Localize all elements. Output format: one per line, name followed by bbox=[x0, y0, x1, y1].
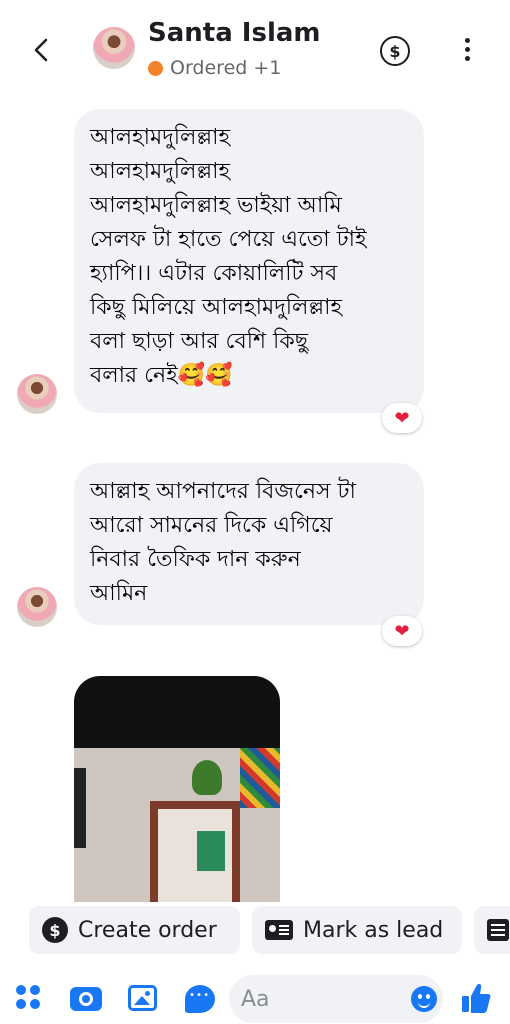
photo-book bbox=[197, 831, 225, 871]
order-status[interactable]: Ordered +1 bbox=[148, 57, 281, 79]
message-bubble[interactable]: আল্লাহ আপনাদের বিজনেস টা আরো সামনের দিকে… bbox=[74, 463, 424, 625]
conversation-header: Santa Islam Ordered +1 $ bbox=[0, 0, 510, 100]
message-line: হ্যাপি।। এটার কোয়ালিটি সব bbox=[90, 261, 338, 286]
dollar-icon[interactable]: $ bbox=[380, 36, 410, 66]
photo-message[interactable] bbox=[74, 676, 280, 906]
contact-name[interactable]: Santa Islam bbox=[148, 18, 321, 48]
message-line: বলা ছাড়া আর বেশি কিছু bbox=[90, 329, 309, 354]
more-vertical-icon[interactable] bbox=[459, 38, 475, 62]
message-line: নিবার তৈফিক দান করুন bbox=[90, 547, 301, 572]
message-input-placeholder: Aa bbox=[241, 987, 270, 1012]
message-line: আলহামদুলিল্লাহ bbox=[90, 125, 231, 150]
photo-bookshelf bbox=[150, 801, 240, 906]
photo-plant bbox=[192, 760, 222, 795]
create-order-label: Create order bbox=[78, 917, 217, 943]
back-arrow-icon[interactable] bbox=[26, 32, 58, 68]
list-icon bbox=[487, 919, 509, 941]
status-dot-icon bbox=[148, 60, 163, 76]
photo-wall-art bbox=[240, 748, 280, 808]
message-bubble[interactable]: আলহামদুলিল্লাহ আলহামদুলিল্লাহ আলহামদুলিল… bbox=[74, 109, 424, 413]
mark-as-lead-label: Mark as lead bbox=[303, 917, 444, 943]
chat-bubble-icon[interactable] bbox=[185, 985, 215, 1013]
message-line: বলার নেই🥰🥰 bbox=[90, 363, 233, 388]
gallery-icon[interactable] bbox=[128, 985, 157, 1011]
order-status-label: Ordered +1 bbox=[170, 57, 282, 79]
sender-avatar[interactable] bbox=[17, 374, 57, 414]
quick-actions-bar: $ Create order Mark as lead bbox=[0, 902, 510, 958]
message-line: আলহামদুলিল্লাহ ভাইয়া আমি bbox=[90, 193, 342, 218]
list-action-button[interactable] bbox=[474, 906, 510, 954]
message-line: কিছু মিলিয়ে আলহামদুলিল্লাহ bbox=[90, 295, 343, 320]
sender-avatar[interactable] bbox=[17, 587, 57, 627]
mark-as-lead-button[interactable]: Mark as lead bbox=[252, 906, 462, 954]
apps-grid-icon[interactable] bbox=[16, 985, 42, 1011]
camera-icon[interactable] bbox=[70, 987, 102, 1011]
contact-card-icon bbox=[265, 920, 293, 940]
message-line: সেলফ টা হাতে পেয়ে এতো টাই bbox=[90, 227, 367, 252]
thumbs-up-icon[interactable] bbox=[461, 982, 491, 1014]
emoji-icon[interactable] bbox=[411, 986, 437, 1012]
photo-tv bbox=[74, 768, 86, 848]
heart-reaction-icon[interactable]: ❤ bbox=[382, 403, 422, 433]
message-line: আমিন bbox=[90, 581, 148, 606]
message-line: আলহামদুলিল্লাহ bbox=[90, 159, 231, 184]
heart-reaction-icon[interactable]: ❤ bbox=[382, 616, 422, 646]
message-line: আরো সামনের দিকে এগিয়ে bbox=[90, 513, 333, 538]
dollar-icon: $ bbox=[42, 917, 68, 943]
contact-avatar[interactable] bbox=[93, 27, 135, 69]
message-line: আল্লাহ আপনাদের বিজনেস টা bbox=[90, 479, 356, 504]
create-order-button[interactable]: $ Create order bbox=[29, 906, 240, 954]
